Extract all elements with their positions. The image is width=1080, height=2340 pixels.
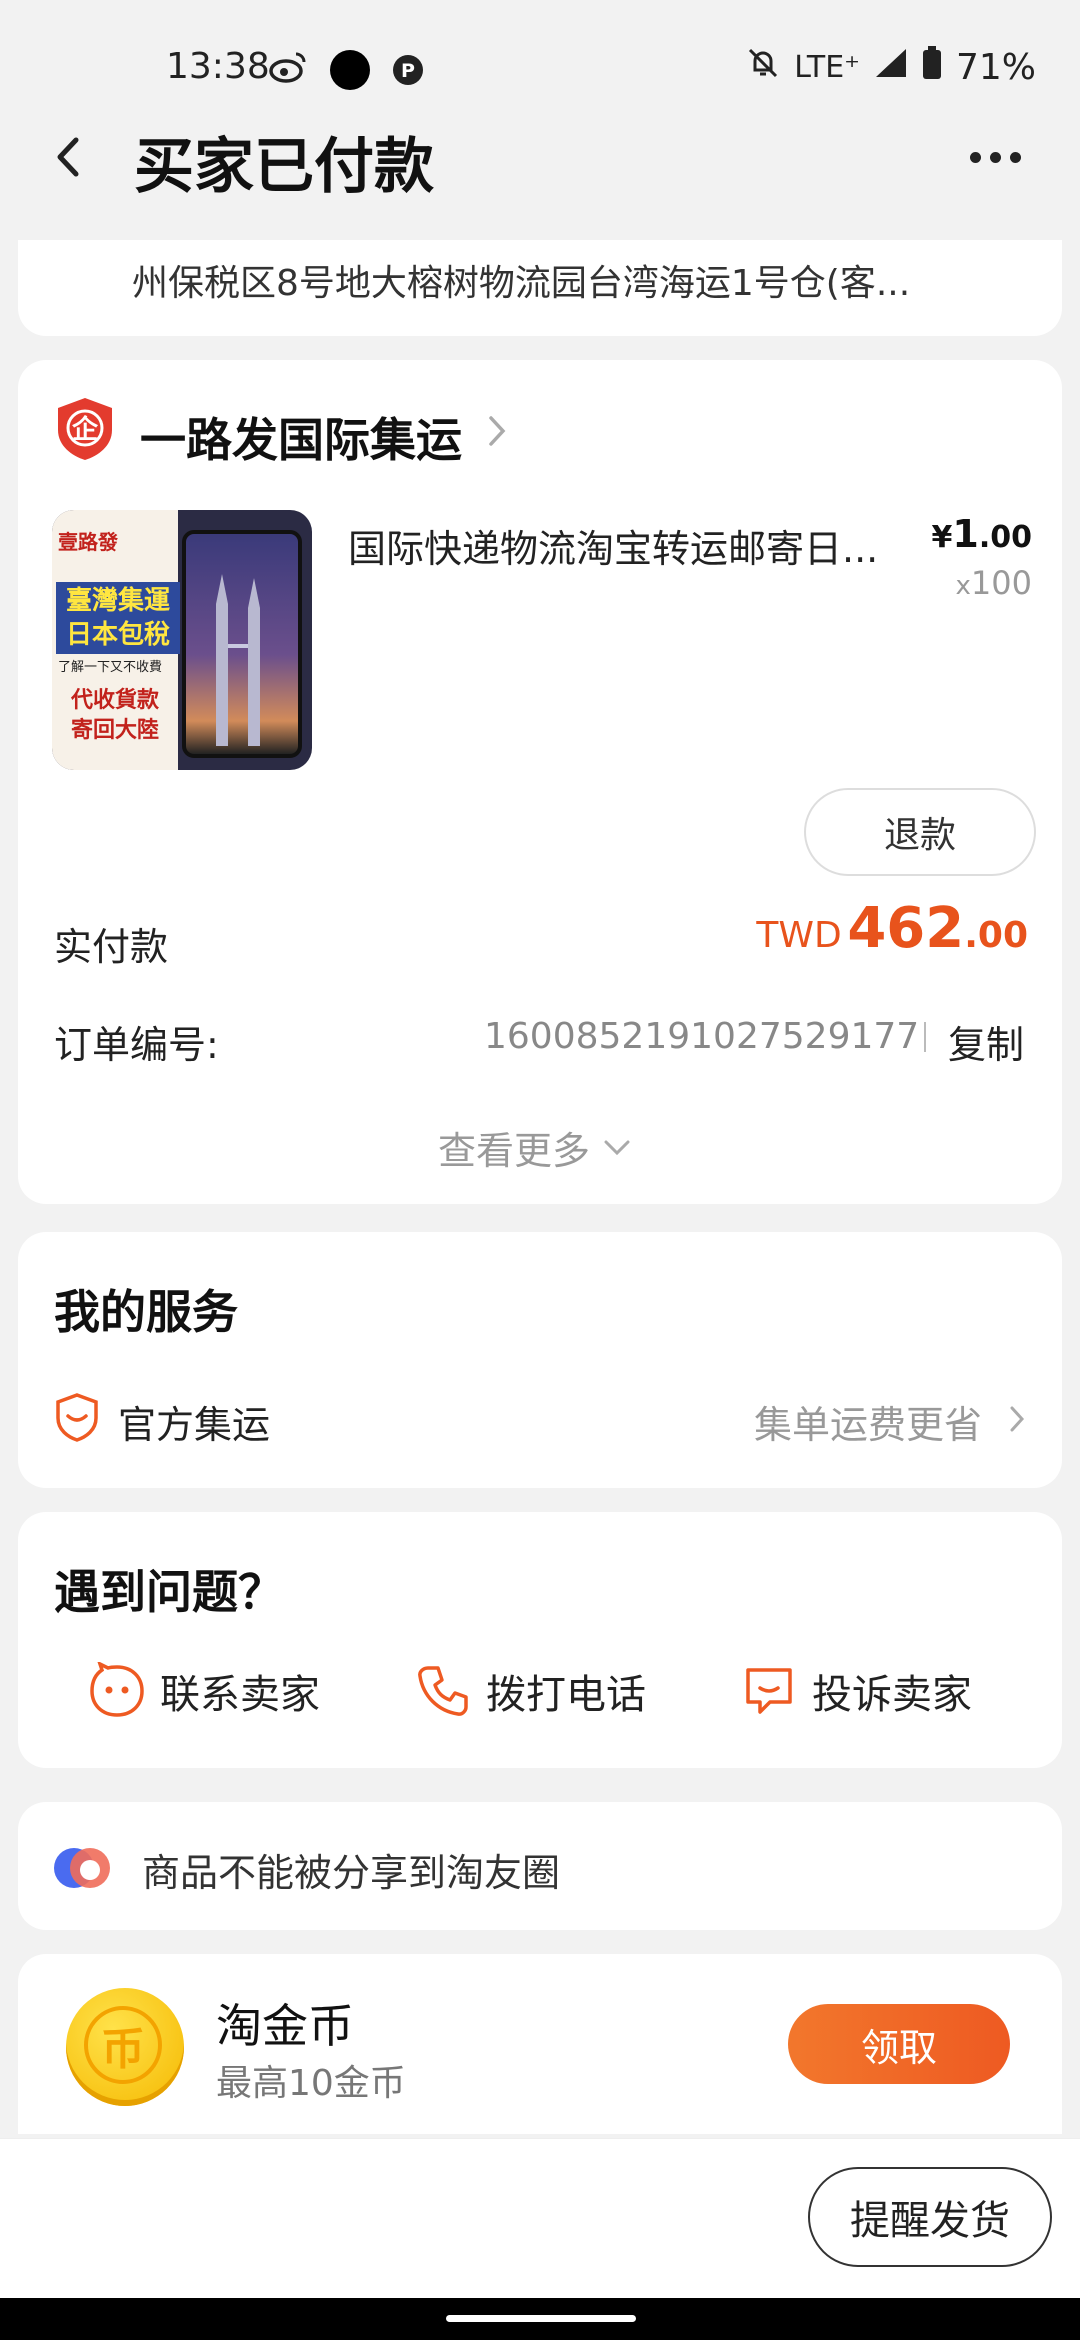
chevron-right-icon[interactable] — [486, 414, 508, 448]
more-dot-icon — [1010, 152, 1021, 163]
copy-button[interactable]: 复制 — [948, 1014, 1024, 1069]
thumb-line-4: 代收貨款 — [70, 688, 159, 713]
status-time: 13:38 — [166, 46, 270, 87]
back-arrow-icon — [57, 137, 79, 177]
more-options-button[interactable] — [970, 148, 1030, 168]
coins-card: 币 淘金币 最高10金币 领取 — [18, 1954, 1062, 2134]
remind-shipping-button[interactable]: 提醒发货 — [808, 2167, 1052, 2267]
product-thumbnail[interactable]: 壹路發 臺灣集運 日本包稅 了解一下又不收費 代收貨款 寄回大陸 — [52, 510, 312, 770]
product-title[interactable]: 国际快递物流淘宝转运邮寄日... — [348, 518, 878, 573]
call-phone-button[interactable]: 拨打电话 — [414, 1662, 646, 1720]
system-nav-bar — [0, 2298, 1080, 2340]
coin-symbol: 币 — [84, 2006, 162, 2084]
thumb-line-1: 臺灣集運 — [65, 586, 170, 616]
battery-icon — [922, 46, 942, 89]
paid-label: 实付款 — [54, 925, 169, 969]
taoyouquan-icon — [50, 1838, 120, 1894]
thumb-line-5: 寄回大陸 — [70, 718, 159, 743]
mute-bell-icon — [746, 46, 780, 89]
more-dot-icon — [990, 152, 1001, 163]
share-notice-text: 商品不能被分享到淘友圈 — [142, 1851, 561, 1895]
divider — [924, 1022, 926, 1052]
official-shipping-hint[interactable]: 集单运费更省 — [754, 1394, 982, 1449]
order-number-label: 订单编号: — [54, 1023, 219, 1067]
status-right: LTE⁺ 71% — [746, 46, 1036, 89]
coins-title: 淘金币 — [216, 1999, 354, 2053]
complain-seller-button[interactable]: 投诉卖家 — [740, 1662, 972, 1720]
chevron-down-icon — [604, 1140, 630, 1155]
order-card: 企 一路发国际集运 壹路發 臺灣集運 日本包稅 了解一下又不收費 代收貨款 寄回… — [18, 360, 1062, 1204]
complain-seller-label: 投诉卖家 — [812, 1672, 972, 1718]
shop-name[interactable]: 一路发国际集运 — [140, 404, 462, 470]
contact-seller-button[interactable]: 联系卖家 — [88, 1662, 320, 1720]
thumb-line-3: 了解一下又不收費 — [58, 660, 163, 675]
thumb-brand: 壹路發 — [58, 530, 118, 554]
chevron-right-icon[interactable] — [1008, 1404, 1026, 1434]
claim-button[interactable]: 领取 — [788, 2004, 1010, 2084]
problems-title: 遇到问题？ — [54, 1565, 284, 1619]
shield-heart-icon — [54, 1392, 100, 1442]
chat-bubble-face-icon — [90, 1662, 144, 1717]
services-title: 我的服务 — [54, 1285, 238, 1339]
bottom-action-bar: 提醒发货 — [0, 2138, 1080, 2299]
address-text: 州保税区8号地大榕树物流园台湾海运1号仓(客... — [132, 263, 911, 304]
product-quantity: x100 — [955, 564, 1032, 602]
thumb-phone-image — [182, 530, 302, 758]
services-card: 我的服务 官方集运 集单运费更省 — [18, 1232, 1062, 1488]
contact-seller-label: 联系卖家 — [160, 1672, 320, 1718]
page-title: 买家已付款 — [134, 132, 434, 202]
home-gesture-handle[interactable] — [446, 2315, 636, 2322]
more-dot-icon — [970, 152, 981, 163]
refund-button[interactable]: 退款 — [804, 788, 1036, 876]
share-notice-card: 商品不能被分享到淘友圈 — [18, 1802, 1062, 1930]
address-card[interactable]: 州保税区8号地大榕树物流园台湾海运1号仓(客... — [18, 240, 1062, 336]
parking-icon: P — [392, 54, 424, 86]
complaint-icon — [746, 1668, 792, 1714]
svg-text:P: P — [401, 60, 415, 82]
gold-coin-icon: 币 — [66, 1988, 184, 2106]
back-button[interactable] — [44, 132, 94, 182]
thumb-line-2: 日本包稅 — [65, 620, 170, 650]
weibo-icon — [268, 50, 308, 84]
signal-icon — [874, 47, 908, 88]
official-shipping-label[interactable]: 官方集运 — [118, 1394, 270, 1449]
network-type: LTE⁺ — [794, 50, 860, 85]
problems-card: 遇到问题？ 联系卖家 拨打电话 投诉卖家 — [18, 1512, 1062, 1768]
enterprise-shield-icon: 企 — [54, 396, 116, 462]
phone-icon — [418, 1666, 468, 1716]
call-phone-label: 拨打电话 — [486, 1672, 646, 1718]
svg-text:企: 企 — [72, 414, 99, 445]
see-more-label: 查看更多 — [438, 1129, 591, 1173]
see-more-button[interactable]: 查看更多 — [438, 1120, 632, 1175]
coins-subtitle: 最高10金币 — [216, 2063, 406, 2104]
paid-amount: TWD 462.00 — [756, 896, 1028, 961]
camera-cutout — [330, 50, 370, 90]
product-price: ¥1.00 — [931, 512, 1032, 556]
order-number: 1600852191027529177 — [484, 1016, 920, 1057]
battery-percent: 71% — [955, 47, 1036, 88]
